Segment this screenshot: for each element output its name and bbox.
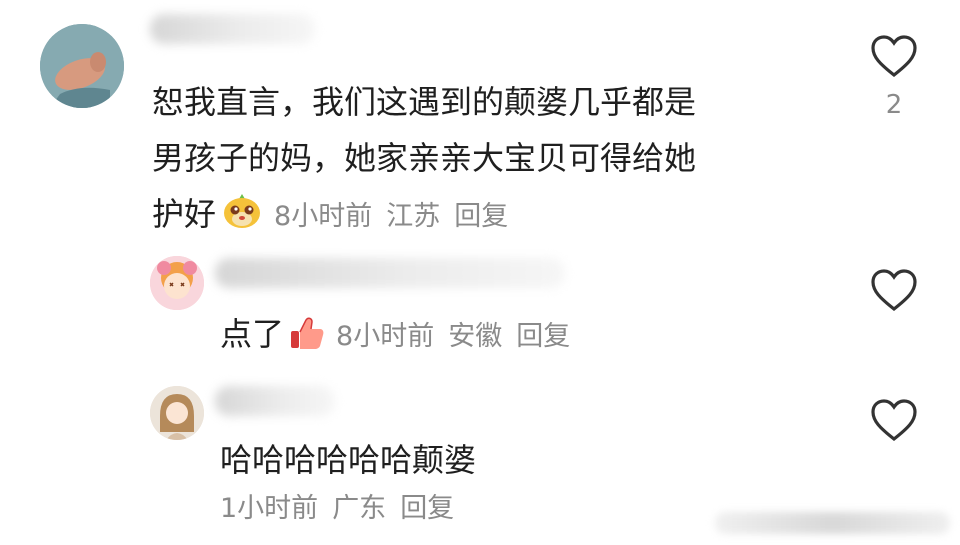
comment-meta: 1小时前 广东 回复 <box>220 481 468 537</box>
comment-text: 点了 8小时前 安徽 回复 <box>220 306 584 368</box>
avatar[interactable] <box>40 24 124 108</box>
like-count: 2 <box>885 90 903 120</box>
like-thumb-emoji <box>288 312 326 368</box>
avatar[interactable] <box>150 256 204 310</box>
username-redacted <box>215 258 565 288</box>
username-redacted <box>150 14 315 44</box>
like-button[interactable] <box>870 398 918 446</box>
username-redacted <box>215 386 335 416</box>
like-button[interactable] <box>870 268 918 316</box>
reply-button[interactable]: 回复 <box>516 321 570 352</box>
comment-location: 安徽 <box>448 321 503 352</box>
watermark-redacted <box>715 512 950 534</box>
comment-2: 点了 8小时前 安徽 回复 <box>0 240 960 370</box>
heart-outline-icon <box>871 35 917 78</box>
heart-outline-icon <box>871 269 917 312</box>
comment-text: 恕我直言，我们这遇到的颠婆几乎都是 男孩子的妈，她家亲亲大宝贝可得给她 护好 8… <box>152 74 696 248</box>
comment-meta: 8小时前 江苏 回复 <box>274 201 522 232</box>
heart-outline-icon <box>871 399 917 442</box>
comment-text: 哈哈哈哈哈哈颠婆 <box>220 441 477 479</box>
avatar[interactable] <box>150 386 204 440</box>
comment-location: 广东 <box>332 493 387 524</box>
reply-button[interactable]: 回复 <box>400 493 454 524</box>
like-button[interactable]: 2 <box>870 34 918 120</box>
comment-location: 江苏 <box>386 201 441 232</box>
comment-meta: 8小时前 安徽 回复 <box>336 321 584 352</box>
comment-time: 8小时前 <box>274 201 373 232</box>
reply-button[interactable]: 回复 <box>454 201 508 232</box>
comment-1: 恕我直言，我们这遇到的颠婆几乎都是 男孩子的妈，她家亲亲大宝贝可得给她 护好 8… <box>0 0 960 240</box>
comment-time: 1小时前 <box>220 493 319 524</box>
comment-time: 8小时前 <box>336 321 435 352</box>
